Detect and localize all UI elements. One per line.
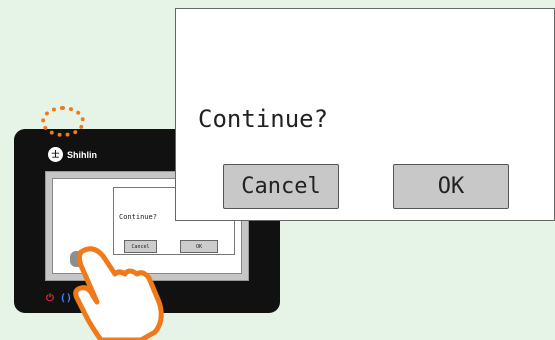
mini-dialog-question: Continue? [119,213,157,221]
brand-name: Shihlin [67,149,97,160]
press-highlight-ring [41,106,85,137]
brand-logo-icon: 士 [48,147,63,162]
ok-button[interactable]: OK [393,164,509,209]
dialog-question: Continue? [198,105,329,133]
cancel-button[interactable]: Cancel [223,164,339,209]
zoomed-dialog: Continue? Cancel OK [175,8,555,221]
power-icon: ⏻ [46,293,54,304]
brand: 士 Shihlin [48,147,97,162]
mini-ok-button[interactable]: OK [180,240,218,253]
status-icons: ⏻ () [46,293,72,304]
pointing-hand-icon [73,246,164,340]
